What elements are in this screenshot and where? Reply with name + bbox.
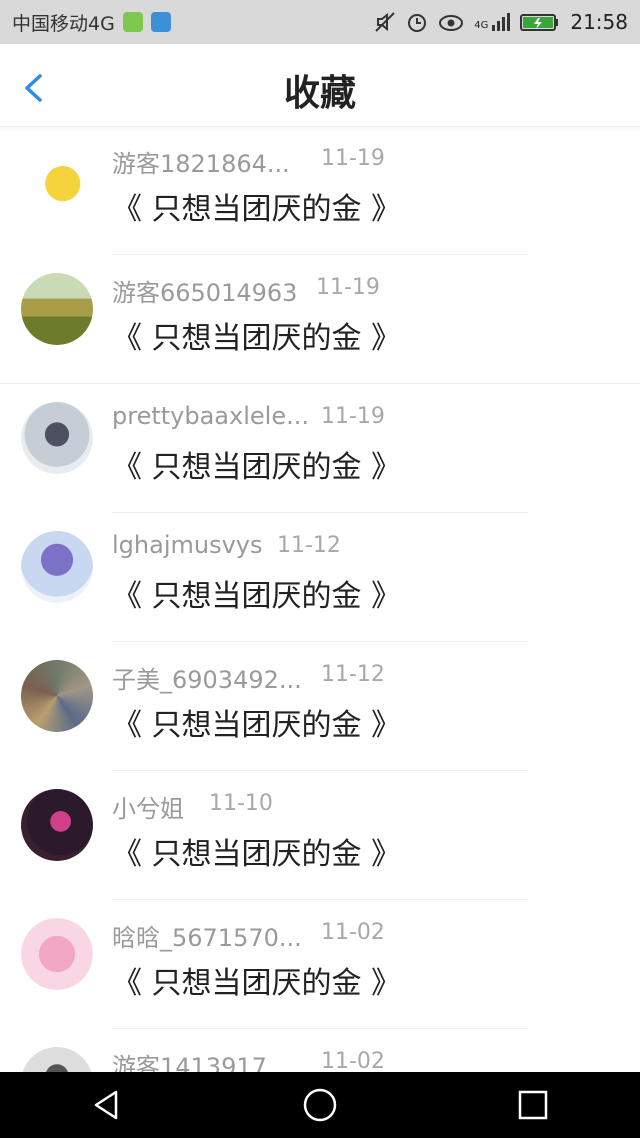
username: 游客1413917... [112, 1053, 290, 1072]
back-triangle-icon [94, 1090, 117, 1120]
battery-icon [520, 14, 559, 31]
date: 11-19 [316, 275, 380, 300]
username: 小兮姐 [112, 795, 184, 823]
nav-home-button[interactable] [290, 1080, 350, 1130]
date: 11-02 [321, 920, 385, 945]
date: 11-12 [277, 533, 341, 558]
list-item[interactable]: 游客1413917... 11-02 [0, 1029, 640, 1072]
mute-icon [375, 12, 395, 32]
work-title: 《 只想当团厌的金 》 [112, 966, 402, 1001]
nav-recents-button[interactable] [503, 1080, 563, 1130]
avatar[interactable] [21, 789, 93, 861]
clock-label: 21:58 [570, 10, 628, 34]
username: 晗晗_5671570... [112, 924, 302, 952]
list-item[interactable]: 子美_6903492... 11-12 《 只想当团厌的金 》 [0, 642, 640, 771]
list-item[interactable]: 游客1821864... 11-19 《 只想当团厌的金 》 [0, 126, 640, 255]
username: lghajmusvys [112, 531, 263, 559]
header: 收藏 [0, 44, 640, 127]
list-item[interactable]: 小兮姐 11-10 《 只想当团厌的金 》 [0, 771, 640, 900]
wechat-icon [122, 12, 143, 32]
work-title: 《 只想当团厌的金 》 [112, 708, 402, 743]
recents-square-icon [519, 1090, 548, 1120]
username: 游客665014963 [112, 279, 298, 307]
avatar[interactable] [21, 531, 93, 603]
list-item[interactable]: 晗晗_5671570... 11-02 《 只想当团厌的金 》 [0, 900, 640, 1029]
list-item[interactable]: 游客665014963 11-19 《 只想当团厌的金 》 [0, 255, 640, 384]
work-title: 《 只想当团厌的金 》 [112, 837, 402, 872]
username: 游客1821864... [112, 150, 290, 178]
avatar[interactable] [21, 402, 93, 474]
list-item[interactable]: lghajmusvys 11-12 《 只想当团厌的金 》 [0, 513, 640, 642]
avatar[interactable] [21, 273, 93, 345]
avatar[interactable] [21, 918, 93, 990]
eye-icon [439, 15, 464, 31]
date: 11-12 [321, 662, 385, 687]
system-nav-bar [0, 1072, 640, 1138]
date: 11-10 [209, 791, 273, 816]
work-title: 《 只想当团厌的金 》 [112, 321, 402, 356]
work-title: 《 只想当团厌的金 》 [112, 579, 402, 614]
alarm-icon [408, 14, 427, 32]
work-title: 《 只想当团厌的金 》 [112, 450, 402, 485]
work-title: 《 只想当团厌的金 》 [112, 192, 402, 227]
username: 子美_6903492... [112, 666, 302, 694]
date: 11-02 [321, 1049, 385, 1072]
username: prettybaaxlele... [112, 402, 309, 430]
avatar[interactable] [21, 144, 93, 216]
nav-back-button[interactable] [77, 1080, 137, 1130]
signal-icon: 4G [474, 13, 511, 31]
date: 11-19 [321, 146, 385, 171]
avatar[interactable] [21, 1047, 93, 1072]
status-bar: 中国移动4G 4G 21:58 [0, 0, 640, 44]
home-circle-icon [303, 1088, 337, 1122]
date: 11-19 [321, 404, 385, 429]
page-title: 收藏 [283, 73, 356, 114]
avatar[interactable] [21, 660, 93, 732]
carrier-label: 中国移动4G [12, 12, 115, 35]
favorites-list: 游客1821864... 11-19 《 只想当团厌的金 》 游客6650149… [0, 126, 640, 1072]
gallery-icon [150, 12, 171, 32]
list-item[interactable]: prettybaaxlele... 11-19 《 只想当团厌的金 》 [0, 384, 640, 513]
